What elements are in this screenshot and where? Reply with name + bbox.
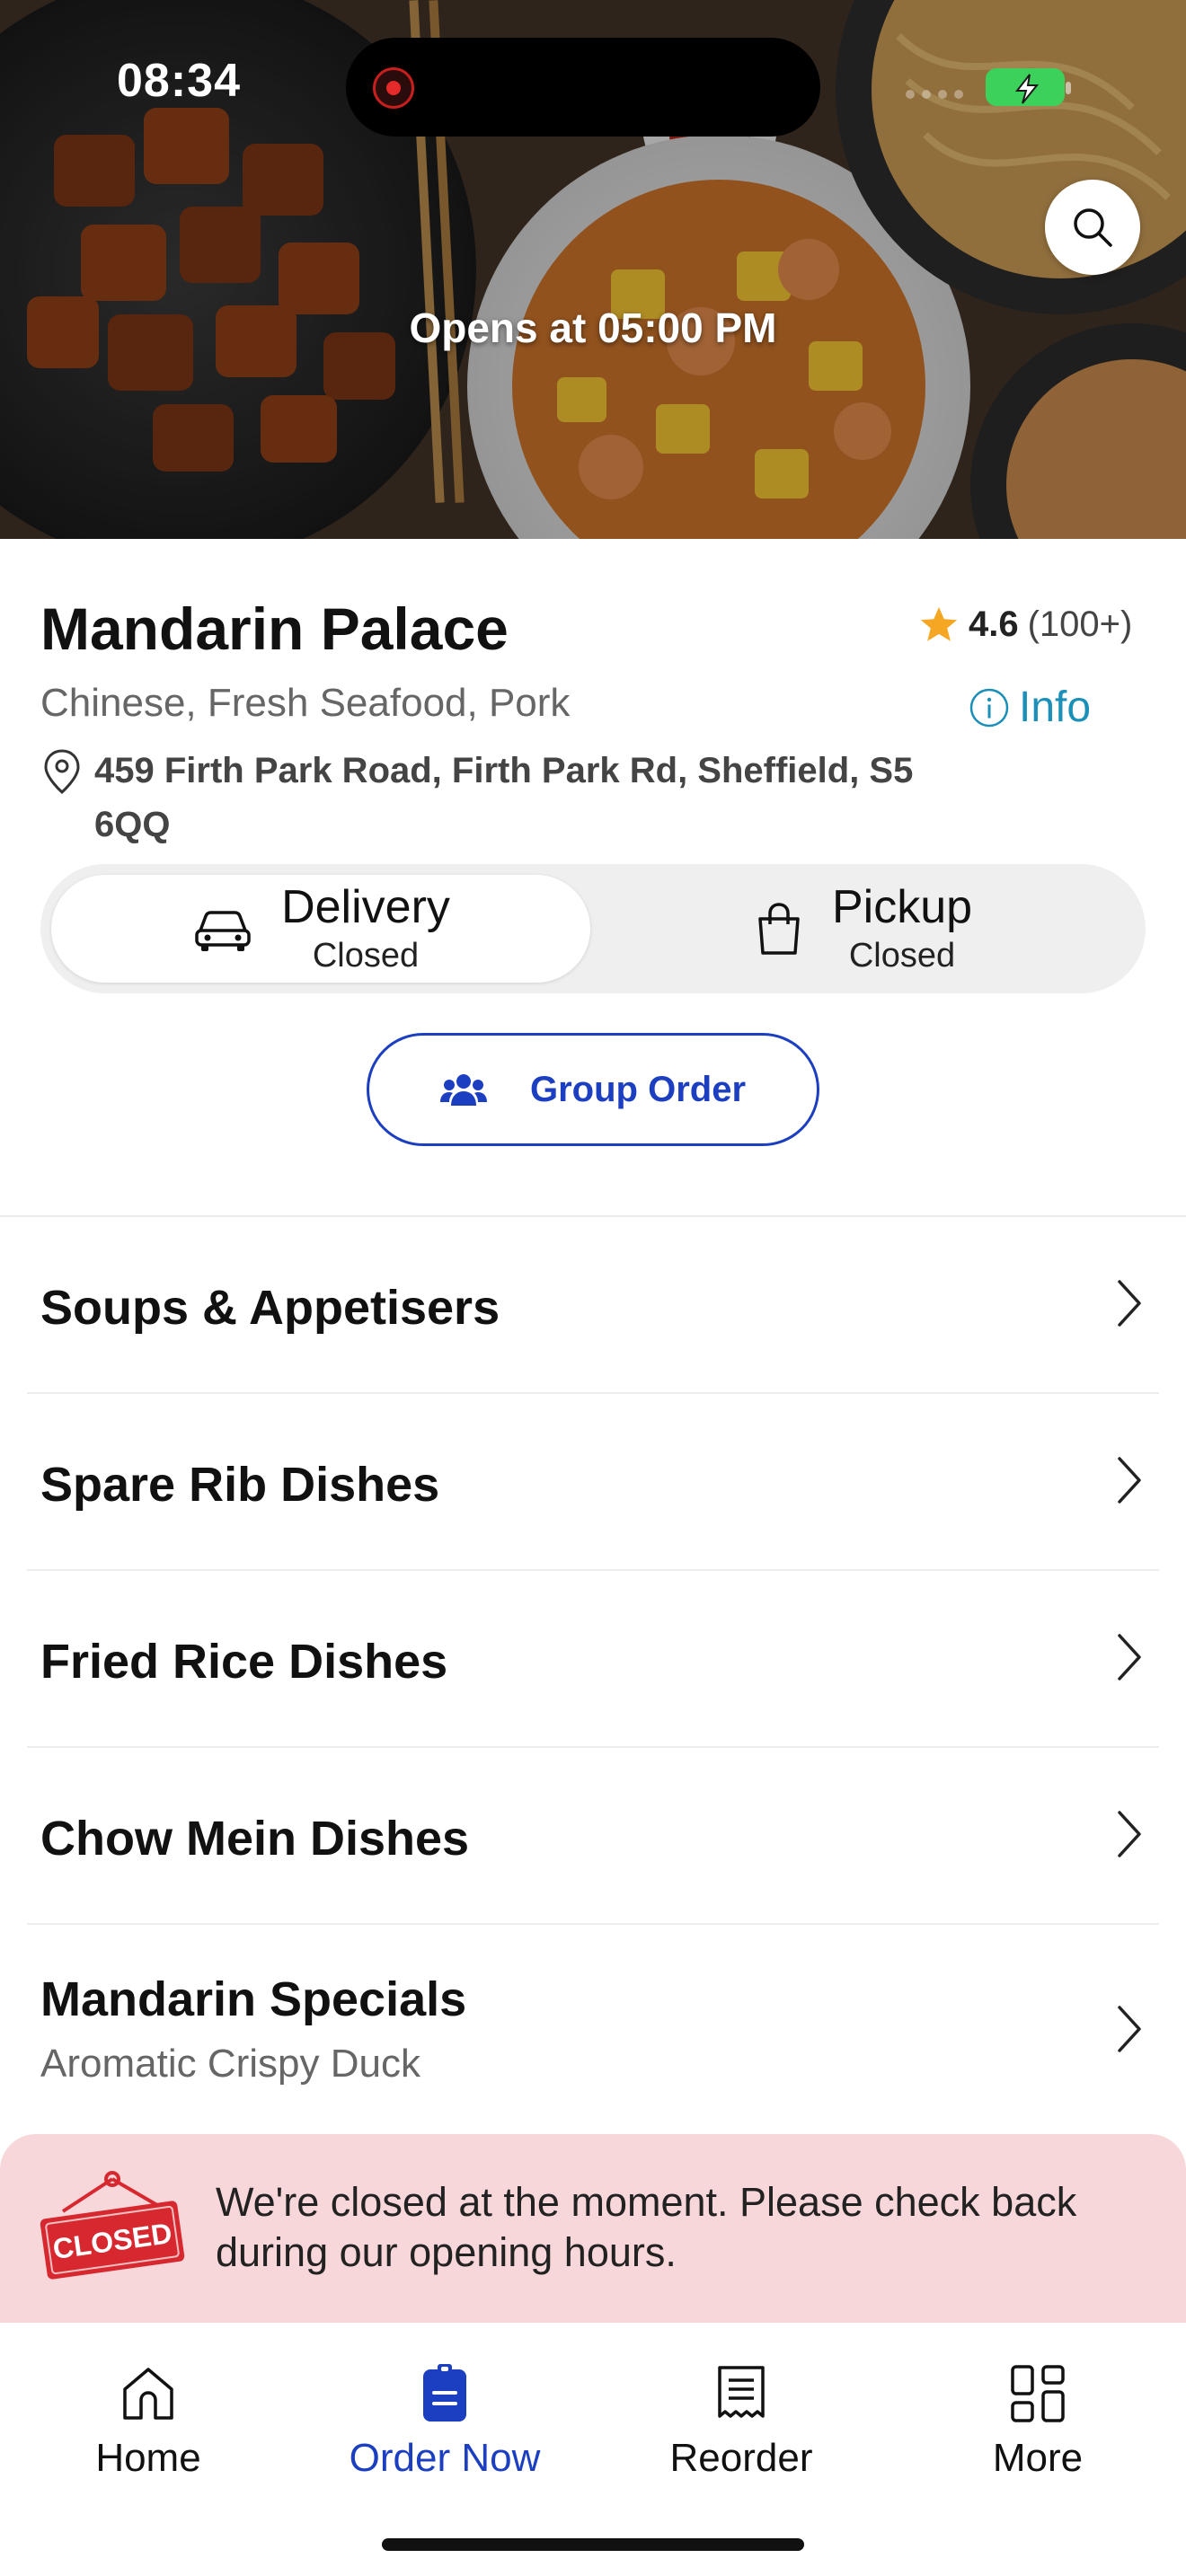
category-fried-rice-dishes[interactable]: Fried Rice Dishes <box>0 1571 1186 1748</box>
home-icon <box>123 2368 173 2420</box>
chevron-right-icon <box>1118 1634 1141 1681</box>
chevron-right-icon <box>1118 1457 1141 1504</box>
recording-indicator-icon <box>373 67 414 109</box>
category-spare-rib-dishes[interactable]: Spare Rib Dishes <box>0 1394 1186 1571</box>
group-order-button[interactable]: Group Order <box>367 1033 819 1146</box>
delivery-status: Closed <box>312 937 420 975</box>
info-icon <box>969 688 1009 727</box>
pickup-label: Pickup <box>831 881 973 933</box>
category-label: Soups & Appetisers <box>40 1281 500 1335</box>
hero-image: 08:34 Opens at 05:00 PM <box>0 0 1186 539</box>
chevron-right-icon <box>1118 2006 1141 2052</box>
opening-time-label: Opens at 05:00 PM <box>409 304 777 351</box>
menu-category-list: Soups & Appetisers Spare Rib Dishes Frie… <box>0 1217 1186 2102</box>
tab-order-now[interactable]: Order Now <box>296 2364 593 2481</box>
delivery-option[interactable]: Delivery Closed <box>51 875 590 983</box>
restaurant-page: 08:34 Opens at 05:00 PM Mandarin Palace … <box>0 0 1186 2576</box>
address-row: 459 Firth Park Road, Firth Park Rd, Shef… <box>40 744 921 851</box>
chevron-right-icon <box>1118 1811 1141 1857</box>
category-soups-appetisers[interactable]: Soups & Appetisers <box>0 1217 1186 1394</box>
tab-home[interactable]: Home <box>0 2364 296 2481</box>
pickup-status: Closed <box>848 937 956 975</box>
order-icon <box>423 2364 466 2422</box>
tab-reorder[interactable]: Reorder <box>593 2364 890 2481</box>
fulfilment-mode-toggle: Delivery Closed Pickup Closed <box>40 864 1146 993</box>
rating: 4.6 (100+) <box>918 604 1132 645</box>
receipt-icon <box>718 2366 765 2418</box>
tab-label: Order Now <box>349 2436 541 2480</box>
tab-label: More <box>992 2436 1084 2480</box>
delivery-label: Delivery <box>281 881 450 933</box>
category-label: Fried Rice Dishes <box>40 1635 448 1689</box>
tab-more[interactable]: More <box>890 2364 1186 2481</box>
group-icon <box>439 1074 487 1106</box>
category-label: Spare Rib Dishes <box>40 1458 440 1512</box>
group-order-label: Group Order <box>529 1069 747 1109</box>
category-subtitle: Aromatic Crispy Duck <box>40 2042 420 2086</box>
location-pin-icon <box>44 749 80 795</box>
rating-score: 4.6 <box>969 604 1019 644</box>
cuisine-tags: Chinese, Fresh Seafood, Pork <box>40 681 571 725</box>
info-label: Info <box>1019 684 1092 731</box>
info-button[interactable]: Info <box>969 683 1091 732</box>
charging-bolt-icon <box>1014 74 1040 104</box>
tab-label: Reorder <box>669 2436 813 2480</box>
closed-message: We're closed at the moment. Please check… <box>216 2179 1077 2275</box>
car-icon <box>195 911 251 951</box>
search-icon <box>1074 208 1112 247</box>
closed-sign-icon: CLOSED <box>40 2171 185 2280</box>
star-icon <box>920 606 958 641</box>
battery-icon <box>986 68 1071 106</box>
pickup-option[interactable]: Pickup Closed <box>593 875 1132 983</box>
status-time: 08:34 <box>117 55 241 107</box>
restaurant-address: 459 Firth Park Road, Firth Park Rd, Shef… <box>94 751 914 844</box>
category-mandarin-specials[interactable]: Mandarin Specials Aromatic Crispy Duck <box>0 1925 1186 2102</box>
home-indicator <box>382 2538 804 2551</box>
grid-icon <box>1011 2365 1065 2422</box>
rating-count: (100+) <box>1027 604 1133 644</box>
signal-icon <box>906 90 963 99</box>
search-button[interactable] <box>1045 180 1140 275</box>
tab-label: Home <box>95 2436 201 2480</box>
restaurant-name: Mandarin Palace <box>40 595 509 662</box>
dynamic-island <box>346 38 820 137</box>
shopping-bag-icon <box>758 903 800 955</box>
category-label: Chow Mein Dishes <box>40 1812 470 1866</box>
chevron-right-icon <box>1118 1280 1141 1327</box>
closed-banner: CLOSED We're closed at the moment. Pleas… <box>0 2134 1186 2323</box>
category-chow-mein-dishes[interactable]: Chow Mein Dishes <box>0 1748 1186 1925</box>
category-label: Mandarin Specials <box>40 1972 467 2026</box>
